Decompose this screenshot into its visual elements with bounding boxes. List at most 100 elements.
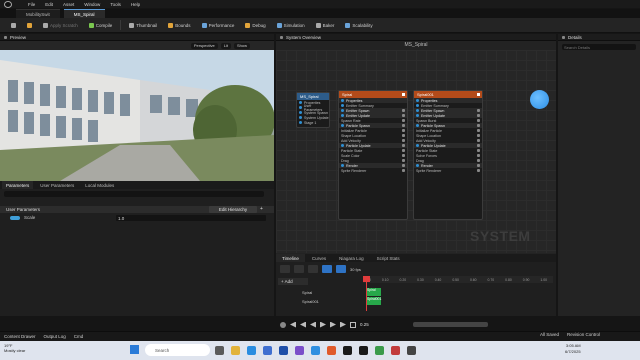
browse-button[interactable] xyxy=(24,20,35,30)
compile-button[interactable]: Compile xyxy=(86,20,116,30)
system-node[interactable]: MS_Spiral Properties User Parameters Sys… xyxy=(296,92,330,128)
ruler-tick: 0.40 xyxy=(434,277,442,282)
tab-script-stats[interactable]: Script Stats xyxy=(371,254,406,262)
emitter-section-label: Render xyxy=(346,163,358,168)
step-forward-button[interactable] xyxy=(330,321,336,328)
play-button[interactable] xyxy=(320,321,326,328)
save-button[interactable] xyxy=(8,20,19,30)
fps-dropdown[interactable]: 30 fps xyxy=(350,267,361,272)
app-icon[interactable] xyxy=(327,346,336,355)
emitter-section[interactable]: Sprite Renderer xyxy=(339,168,407,173)
perspective-dropdown[interactable]: Perspective xyxy=(190,42,218,49)
scalability-button[interactable]: Scalability xyxy=(342,20,375,30)
revision-control-button[interactable]: Revision Control xyxy=(567,332,600,337)
track-bar-spiral001[interactable]: Spiral001 xyxy=(366,297,381,305)
app-icon[interactable] xyxy=(375,346,384,355)
scale-value-field[interactable]: 1.0 xyxy=(116,215,266,221)
cmd-input[interactable]: Cmd xyxy=(74,334,84,339)
ruler-tick: 0.10 xyxy=(381,277,389,282)
bounds-button[interactable]: Bounds xyxy=(165,20,193,30)
record-button[interactable] xyxy=(280,321,286,328)
key-button[interactable] xyxy=(308,265,318,273)
taskbar-search[interactable]: Search xyxy=(145,344,210,356)
content-drawer-button[interactable]: Content Drawer xyxy=(4,334,36,339)
edit-hierarchy-button[interactable]: Edit Hierarchy xyxy=(209,206,257,213)
emitter-node-spiral001[interactable]: Spiral001 Properties Emitter Summary Emi… xyxy=(413,90,483,220)
edge-icon[interactable] xyxy=(247,346,256,355)
tab-project[interactable]: MobilitySwit xyxy=(16,9,60,18)
add-parameter-button[interactable]: + xyxy=(260,206,263,212)
add-track-button[interactable]: + Add xyxy=(278,278,308,285)
tab-timeline[interactable]: Timeline xyxy=(276,254,305,262)
track-row-spiral[interactable]: Spiral xyxy=(278,289,358,296)
ruler-tick: 0.70 xyxy=(487,277,495,282)
unreal-engine-icon[interactable] xyxy=(343,346,352,355)
save-icon xyxy=(11,22,16,28)
tab-local-modules[interactable]: Local Modules xyxy=(81,181,118,189)
system-name: MS_Spiral xyxy=(404,42,428,48)
timeline-ruler[interactable]: 0 0.10 0.20 0.30 0.40 0.50 0.60 0.70 0.8… xyxy=(363,276,553,283)
app-icon[interactable] xyxy=(407,346,416,355)
show-dropdown[interactable]: Show xyxy=(233,42,250,49)
menu-window[interactable]: Window xyxy=(84,2,100,7)
magnet-button[interactable] xyxy=(336,265,346,273)
jump-end-button[interactable] xyxy=(340,321,346,328)
emitter-section-label: Drag xyxy=(416,158,424,163)
menu-edit[interactable]: Edit xyxy=(45,2,53,7)
loop-button[interactable] xyxy=(350,321,356,328)
details-search-input[interactable]: Search Details xyxy=(562,44,636,50)
emitter-node-spiral[interactable]: Spiral Properties Emitter Summary Emitte… xyxy=(338,90,408,220)
tab-curves-label: Curves xyxy=(311,255,327,261)
preview-viewport[interactable] xyxy=(0,50,274,181)
mail-icon[interactable] xyxy=(279,346,288,355)
output-log-button[interactable]: Output Log xyxy=(44,334,66,339)
track-row-spiral001[interactable]: Spiral001 xyxy=(278,298,358,305)
performance-button[interactable]: Performance xyxy=(199,20,238,30)
all-saved-indicator[interactable]: All Saved xyxy=(540,332,559,337)
snap-button[interactable] xyxy=(322,265,332,273)
menu-help[interactable]: Help xyxy=(131,2,140,7)
tab-parameters[interactable]: Parameters xyxy=(2,181,34,189)
unreal-logo-icon xyxy=(4,1,12,8)
menu-asset[interactable]: Asset xyxy=(63,2,74,7)
tab-user-parameters[interactable]: User Parameters xyxy=(36,181,78,189)
ruler-tick: 1.00 xyxy=(540,277,547,282)
timeline-scrollbar[interactable] xyxy=(413,322,488,327)
apply-icon xyxy=(43,22,48,28)
playhead-handle[interactable] xyxy=(363,276,370,282)
baker-button[interactable]: Baker xyxy=(313,20,338,30)
track-bar-spiral[interactable]: Spiral xyxy=(366,288,381,296)
system-tray[interactable]: 3:05 AM 6/7/2025 xyxy=(565,343,581,355)
windows-start-icon[interactable] xyxy=(130,345,139,354)
menu-tools[interactable]: Tools xyxy=(110,2,121,7)
simulation-icon xyxy=(276,22,282,28)
tab-asset[interactable]: MS_Spiral xyxy=(63,9,105,18)
epic-games-icon[interactable] xyxy=(359,346,368,355)
jump-start-button[interactable] xyxy=(290,322,296,328)
emitter-section-label: Spawn Rate xyxy=(341,118,361,123)
transform-button[interactable] xyxy=(294,265,304,273)
debug-button[interactable]: Debug xyxy=(242,20,268,30)
task-view-icon[interactable] xyxy=(215,346,224,355)
weather-widget[interactable]: 19°F Mostly clear xyxy=(4,343,25,353)
tab-curves[interactable]: Curves xyxy=(306,254,332,262)
ruler-tick: 0.90 xyxy=(522,277,530,282)
app-icon[interactable] xyxy=(391,346,400,355)
system-node-item[interactable]: Stage 1 xyxy=(297,120,329,125)
simulation-button[interactable]: Simulation xyxy=(274,20,308,30)
emitter-section[interactable]: Sprite Renderer xyxy=(414,168,482,173)
step-back-button[interactable] xyxy=(300,322,306,328)
play-reverse-button[interactable] xyxy=(310,322,316,328)
visual-studio-icon[interactable] xyxy=(295,346,304,355)
store-icon[interactable] xyxy=(263,346,272,355)
vscode-icon[interactable] xyxy=(311,346,320,355)
thumbnail-button[interactable]: Thumbnail xyxy=(126,20,160,30)
lit-dropdown[interactable]: Lit xyxy=(220,42,231,49)
parameters-search-input[interactable] xyxy=(4,191,264,197)
menu-file[interactable]: File xyxy=(28,2,35,7)
apply-button[interactable]: Apply Scratch xyxy=(40,20,81,30)
debug-label: Debug xyxy=(252,22,266,28)
filter-button[interactable] xyxy=(280,265,290,273)
tab-niagara-log[interactable]: Niagara Log xyxy=(333,254,370,262)
file-explorer-icon[interactable] xyxy=(231,346,240,355)
